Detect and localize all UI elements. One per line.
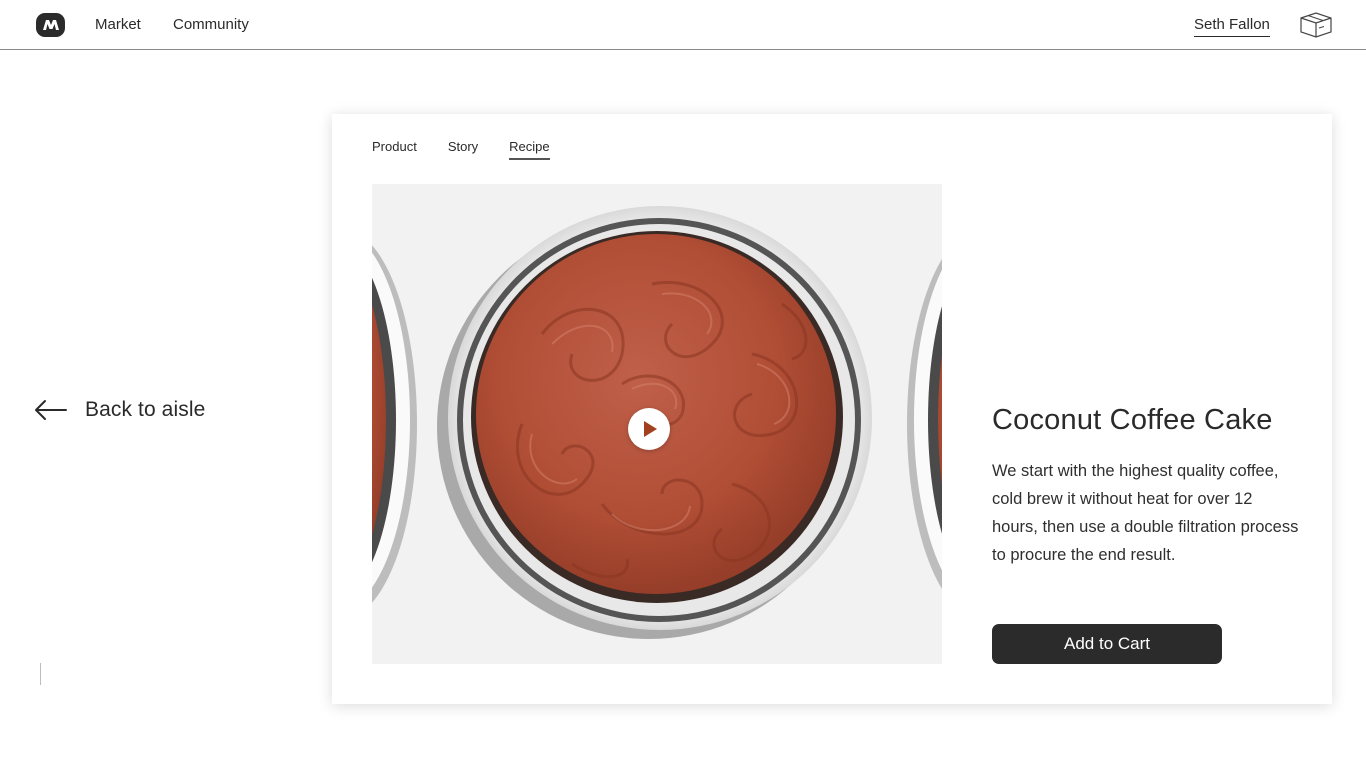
tab-story[interactable]: Story (448, 139, 478, 160)
top-nav: Market Community Seth Fallon (0, 0, 1366, 50)
product-tabs: Product Story Recipe (372, 139, 581, 160)
user-name-link[interactable]: Seth Fallon (1194, 16, 1270, 37)
product-title: Coconut Coffee Cake (992, 404, 1273, 436)
play-icon (644, 421, 657, 437)
product-video[interactable] (372, 184, 942, 664)
nav-community-link[interactable]: Community (173, 16, 249, 33)
tab-recipe[interactable]: Recipe (509, 139, 550, 160)
side-divider (40, 663, 41, 685)
play-button[interactable] (628, 408, 670, 450)
product-description: We start with the highest quality coffee… (992, 462, 1299, 564)
back-to-aisle-label: Back to aisle (85, 398, 206, 421)
market-logo-icon[interactable] (36, 13, 65, 37)
tab-product[interactable]: Product (372, 139, 417, 160)
product-card: Product Story Recipe Coconut Coffee Cake… (332, 114, 1332, 704)
nav-market-link[interactable]: Market (95, 16, 141, 33)
arrow-left-icon (35, 400, 67, 420)
add-to-cart-button[interactable]: Add to Cart (992, 624, 1222, 664)
product-info: Coconut Coffee Cake We start with the hi… (992, 404, 1302, 569)
back-to-aisle-link[interactable]: Back to aisle (34, 395, 205, 425)
package-box-icon[interactable] (1299, 11, 1333, 39)
